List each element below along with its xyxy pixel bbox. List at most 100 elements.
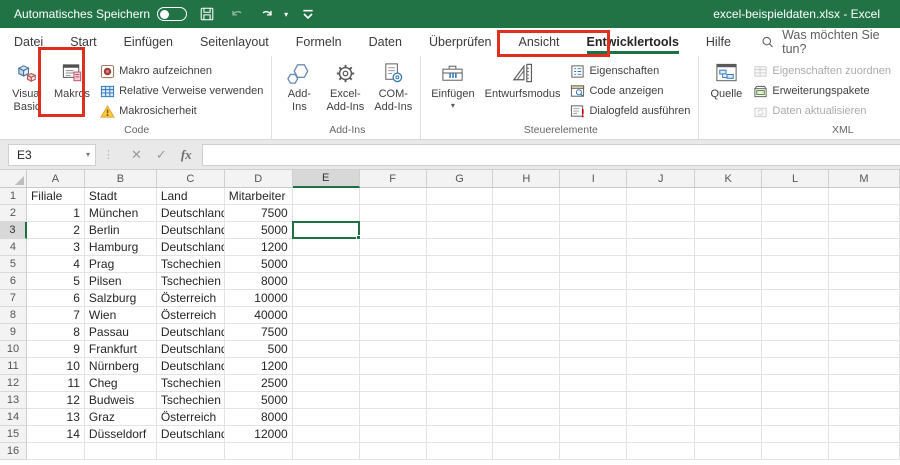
cell-E16[interactable]: [293, 443, 360, 460]
cell-K5[interactable]: [695, 256, 762, 273]
save-button[interactable]: [197, 4, 217, 24]
cell-F12[interactable]: [360, 375, 427, 392]
cell-M14[interactable]: [829, 409, 900, 426]
cell-H16[interactable]: [493, 443, 560, 460]
row-header-13[interactable]: 13: [0, 392, 27, 409]
cell-B7[interactable]: Salzburg: [85, 290, 157, 307]
cell-I16[interactable]: [560, 443, 627, 460]
cell-I2[interactable]: [560, 205, 627, 222]
select-all-button[interactable]: [0, 170, 27, 188]
cell-H11[interactable]: [493, 358, 560, 375]
cell-A14[interactable]: 13: [27, 409, 85, 426]
cell-A15[interactable]: 14: [27, 426, 85, 443]
cell-I1[interactable]: [560, 188, 627, 205]
cell-B16[interactable]: [85, 443, 157, 460]
customize-quick-access-button[interactable]: [298, 4, 318, 24]
cell-F9[interactable]: [360, 324, 427, 341]
cell-H6[interactable]: [493, 273, 560, 290]
column-header-M[interactable]: M: [829, 170, 900, 188]
cell-G11[interactable]: [427, 358, 494, 375]
cell-D9[interactable]: 7500: [225, 324, 293, 341]
cell-G2[interactable]: [427, 205, 494, 222]
tab-seitenlayout[interactable]: Seitenlayout: [200, 28, 269, 56]
cell-I13[interactable]: [560, 392, 627, 409]
cell-E4[interactable]: [293, 239, 360, 256]
cell-C15[interactable]: Deutschland: [157, 426, 225, 443]
cell-I5[interactable]: [560, 256, 627, 273]
cell-J4[interactable]: [627, 239, 695, 256]
redo-dropdown-arrow[interactable]: ▾: [284, 10, 288, 19]
cell-H8[interactable]: [493, 307, 560, 324]
column-header-G[interactable]: G: [427, 170, 494, 188]
row-header-2[interactable]: 2: [0, 205, 27, 222]
row-header-10[interactable]: 10: [0, 341, 27, 358]
cell-D2[interactable]: 7500: [225, 205, 293, 222]
cell-C2[interactable]: Deutschland: [157, 205, 225, 222]
cell-I4[interactable]: [560, 239, 627, 256]
enter-button[interactable]: ✓: [156, 147, 167, 163]
cell-I15[interactable]: [560, 426, 627, 443]
cell-C4[interactable]: Deutschland: [157, 239, 225, 256]
cell-C6[interactable]: Tschechien: [157, 273, 225, 290]
cell-C13[interactable]: Tschechien: [157, 392, 225, 409]
tab-start[interactable]: Start: [70, 28, 96, 56]
cell-K13[interactable]: [695, 392, 762, 409]
cell-A12[interactable]: 11: [27, 375, 85, 392]
cell-I12[interactable]: [560, 375, 627, 392]
cell-D7[interactable]: 10000: [225, 290, 293, 307]
cell-K12[interactable]: [695, 375, 762, 392]
cell-M3[interactable]: [829, 222, 900, 239]
cell-L5[interactable]: [762, 256, 829, 273]
cell-F11[interactable]: [360, 358, 427, 375]
cell-H2[interactable]: [493, 205, 560, 222]
cell-F7[interactable]: [360, 290, 427, 307]
cell-G10[interactable]: [427, 341, 494, 358]
cell-F13[interactable]: [360, 392, 427, 409]
cell-M1[interactable]: [829, 188, 900, 205]
cell-L10[interactable]: [762, 341, 829, 358]
cell-C3[interactable]: Deutschland: [157, 222, 225, 239]
cell-D13[interactable]: 5000: [225, 392, 293, 409]
cell-G5[interactable]: [427, 256, 494, 273]
cell-M16[interactable]: [829, 443, 900, 460]
cell-B2[interactable]: München: [85, 205, 157, 222]
name-box[interactable]: E3 ▾: [8, 144, 96, 166]
tab-daten[interactable]: Daten: [369, 28, 402, 56]
cell-F6[interactable]: [360, 273, 427, 290]
cell-J13[interactable]: [627, 392, 695, 409]
column-header-K[interactable]: K: [695, 170, 762, 188]
cell-C1[interactable]: Land: [157, 188, 225, 205]
cell-K14[interactable]: [695, 409, 762, 426]
cell-G14[interactable]: [427, 409, 494, 426]
cell-K8[interactable]: [695, 307, 762, 324]
cell-M9[interactable]: [829, 324, 900, 341]
autosave-control[interactable]: Automatisches Speichern: [14, 7, 187, 21]
cell-B10[interactable]: Frankfurt: [85, 341, 157, 358]
cell-C11[interactable]: Deutschland: [157, 358, 225, 375]
cell-I14[interactable]: [560, 409, 627, 426]
column-header-C[interactable]: C: [157, 170, 225, 188]
cell-J2[interactable]: [627, 205, 695, 222]
row-header-4[interactable]: 4: [0, 239, 27, 256]
cell-A2[interactable]: 1: [27, 205, 85, 222]
insert-function-button[interactable]: fx: [181, 147, 192, 163]
cell-A7[interactable]: 6: [27, 290, 85, 307]
einfuegen-steuerelement-button[interactable]: Einfügen▾: [427, 58, 478, 122]
cell-G8[interactable]: [427, 307, 494, 324]
cell-C9[interactable]: Deutschland: [157, 324, 225, 341]
cell-L7[interactable]: [762, 290, 829, 307]
cell-C8[interactable]: Österreich: [157, 307, 225, 324]
cell-A3[interactable]: 2: [27, 222, 85, 239]
makros-button[interactable]: Makros: [50, 58, 94, 122]
cell-H1[interactable]: [493, 188, 560, 205]
cell-K6[interactable]: [695, 273, 762, 290]
cell-M15[interactable]: [829, 426, 900, 443]
undo-button[interactable]: [227, 4, 247, 24]
cell-E2[interactable]: [293, 205, 360, 222]
tell-me-box[interactable]: Was möchten Sie tun?: [761, 28, 900, 56]
dialogfeld-ausfuehren-button[interactable]: Dialogfeld ausführen: [566, 101, 694, 121]
fill-handle[interactable]: [356, 235, 361, 240]
cell-B4[interactable]: Hamburg: [85, 239, 157, 256]
cell-H4[interactable]: [493, 239, 560, 256]
column-header-F[interactable]: F: [360, 170, 427, 188]
